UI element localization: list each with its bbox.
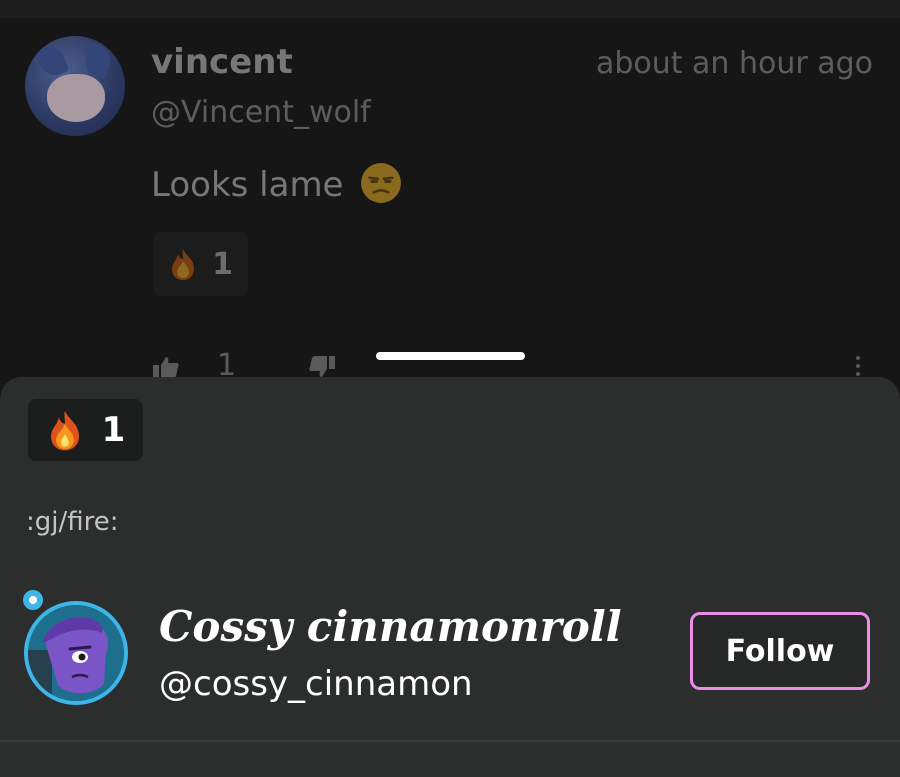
divider	[0, 740, 900, 742]
comment-card: vincent @Vincent_wolf about an hour ago …	[0, 18, 900, 383]
reactor-display-name[interactable]: Cossy cinnamonroll	[159, 602, 622, 651]
emoji-shortcode: :gj/fire:	[26, 507, 119, 537]
unamused-face-icon	[361, 163, 402, 203]
reactor-handle[interactable]: @cossy_cinnamon	[159, 664, 473, 704]
badge-icon	[21, 588, 45, 612]
comment-text-row: Looks lame	[151, 162, 402, 205]
top-bar	[0, 0, 900, 18]
sheet-reaction-chip[interactable]: 1	[28, 399, 143, 461]
follow-button[interactable]: Follow	[690, 612, 870, 690]
comment-author-name[interactable]: vincent	[151, 42, 293, 82]
comment-text: Looks lame	[151, 165, 344, 205]
avatar[interactable]	[25, 36, 125, 136]
comment-reaction-chip[interactable]: 1	[153, 232, 248, 296]
comment-author-handle[interactable]: @Vincent_wolf	[151, 95, 371, 130]
sheet-reaction-count: 1	[101, 410, 126, 450]
comment-timestamp: about an hour ago	[595, 46, 873, 81]
purple-character-avatar	[24, 601, 128, 705]
reactor-user-row[interactable]: Cossy cinnamonroll @cossy_cinnamon Follo…	[0, 588, 900, 705]
thumbs-up-icon[interactable]	[153, 356, 179, 378]
thumbs-down-icon[interactable]	[309, 356, 335, 378]
reaction-details-sheet: 1 :gj/fire: Cossy cinnamonroll @cossy_ci…	[0, 377, 900, 777]
fire-icon	[172, 249, 195, 280]
reaction-count: 1	[212, 246, 233, 282]
sheet-drag-handle[interactable]	[376, 352, 525, 360]
avatar[interactable]	[20, 588, 130, 707]
fire-icon	[50, 411, 79, 451]
